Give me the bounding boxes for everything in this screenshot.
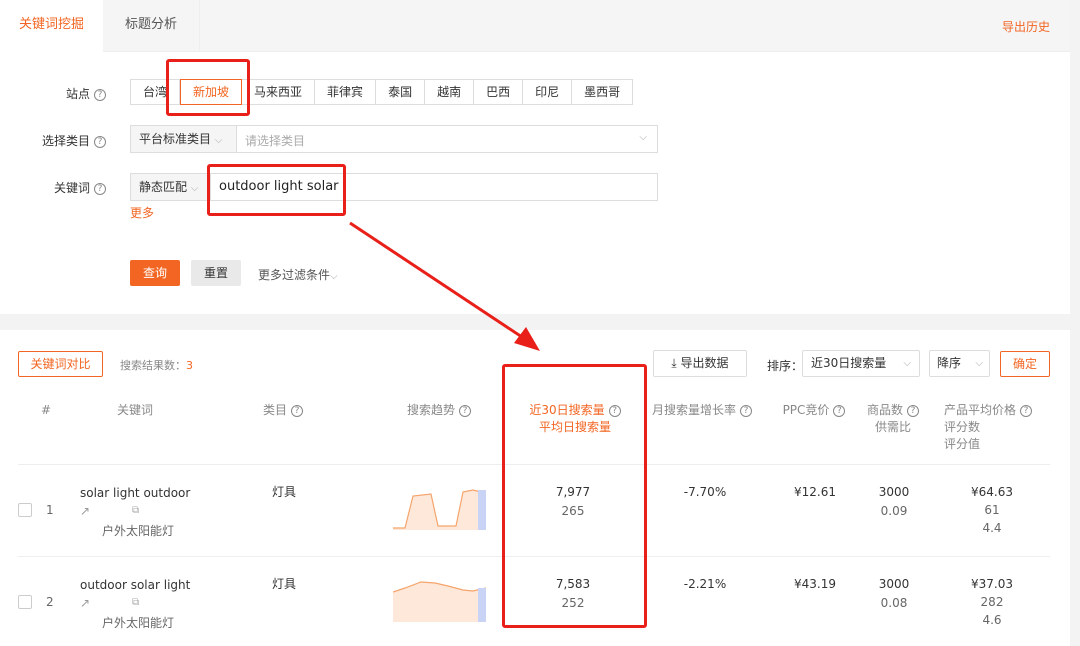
col-trend[interactable]: 搜索趋势?	[404, 402, 474, 419]
order-select[interactable]: 降序 ⌵	[929, 350, 990, 377]
chevron-down-icon: ⌵	[975, 358, 983, 369]
col-search-volume[interactable]: 近30日搜索量? 平均日搜索量	[525, 402, 625, 436]
confirm-button[interactable]: 确定	[1000, 351, 1050, 377]
external-link-icon[interactable]: ↗	[80, 504, 90, 518]
sort-label: 排序：	[767, 359, 804, 373]
external-link-icon[interactable]: ↗	[80, 596, 90, 610]
tab-title-analysis[interactable]: 标题分析	[103, 0, 200, 52]
export-history-link[interactable]: 导出历史	[1002, 18, 1050, 35]
row-rating-count: 282	[980, 595, 1004, 609]
row-growth-rate: -2.21%	[683, 577, 727, 591]
row-daily-volume: 265	[561, 504, 585, 518]
export-data-button[interactable]: ⤓ 导出数据	[653, 350, 747, 377]
site-taiwan[interactable]: 台湾	[130, 79, 181, 105]
help-icon[interactable]: ?	[94, 88, 106, 101]
site-malaysia[interactable]: 马来西亚	[242, 79, 316, 105]
chevron-down-icon: ⌵	[214, 135, 223, 146]
tab-bar: 关键词挖掘 标题分析 导出历史	[0, 0, 1070, 52]
keyword-label: 关键词?	[54, 179, 106, 196]
row-ppc: ¥43.19	[794, 577, 836, 591]
match-type-select[interactable]: 静态匹配 ⌵	[131, 174, 211, 200]
copy-icon[interactable]: ⧉	[132, 594, 139, 612]
site-vietnam[interactable]: 越南	[425, 79, 475, 105]
row-search-volume: 7,977	[555, 485, 591, 499]
help-icon[interactable]: ?	[94, 182, 106, 195]
keyword-compare-button[interactable]: 关键词对比	[18, 351, 103, 377]
row-growth-rate: -7.70%	[683, 485, 727, 499]
col-index: #	[40, 403, 52, 417]
row-divider	[18, 556, 1050, 557]
site-selector: 台湾 新加坡 马来西亚 菲律宾 泰国 越南 巴西 印尼 墨西哥	[130, 79, 634, 105]
site-label: 站点?	[66, 85, 106, 102]
help-icon: ?	[740, 404, 752, 417]
chevron-down-icon: ⌵	[330, 271, 338, 282]
row-ppc: ¥12.61	[794, 485, 836, 499]
chevron-down-icon: ⌵	[639, 132, 647, 143]
row-search-volume: 7,583	[555, 577, 591, 591]
row-index: 1	[46, 503, 54, 517]
copy-icon[interactable]: ⧉	[132, 502, 139, 520]
row-rating: 4.6	[982, 613, 1002, 627]
row-checkbox[interactable]	[18, 503, 32, 517]
site-thailand[interactable]: 泰国	[376, 79, 426, 105]
col-category[interactable]: 类目?	[258, 402, 308, 419]
row-products: 3000	[878, 577, 910, 591]
site-philippines[interactable]: 菲律宾	[315, 79, 377, 105]
category-label: 选择类目?	[42, 132, 106, 149]
help-icon: ?	[291, 404, 303, 417]
keyword-input[interactable]: outdoor light solar	[219, 179, 339, 194]
help-icon: ?	[833, 404, 846, 417]
help-icon[interactable]: ?	[94, 135, 106, 148]
annotation-arrow	[349, 221, 540, 351]
category-select[interactable]: 平台标准类目 ⌵ 请选择类目 ⌵	[130, 125, 658, 153]
row-avg-price: ¥37.03	[971, 577, 1013, 591]
chevron-down-icon: ⌵	[903, 358, 911, 369]
reset-button[interactable]: 重置	[191, 260, 241, 286]
trend-sparkline	[393, 581, 486, 622]
keyword-box: 静态匹配 ⌵ outdoor light solar	[130, 173, 658, 201]
help-icon: ?	[608, 404, 621, 417]
help-icon: ?	[1020, 404, 1033, 417]
col-price[interactable]: 产品平均价格? 评分数 评分值	[944, 402, 1036, 453]
row-keyword-translation: 户外太阳能灯	[102, 524, 175, 538]
sort-select[interactable]: 近30日搜索量 ⌵	[802, 350, 920, 377]
trend-sparkline	[393, 489, 486, 530]
more-link[interactable]: 更多	[130, 204, 154, 221]
col-growth-rate[interactable]: 月搜索量增长率?	[650, 402, 754, 419]
category-placeholder: 请选择类目	[245, 134, 306, 148]
row-supply-ratio: 0.08	[880, 596, 908, 610]
result-count: 搜索结果数：3	[120, 359, 193, 372]
row-daily-volume: 252	[561, 596, 585, 610]
site-brazil[interactable]: 巴西	[474, 79, 524, 105]
col-ppc[interactable]: PPC竞价?	[782, 402, 846, 419]
help-icon: ?	[459, 404, 471, 417]
row-supply-ratio: 0.09	[880, 504, 908, 518]
row-checkbox[interactable]	[18, 595, 32, 609]
help-icon: ?	[907, 404, 919, 417]
col-products[interactable]: 商品数? 供需比	[862, 402, 924, 436]
row-category: 灯具	[272, 485, 297, 499]
site-indonesia[interactable]: 印尼	[523, 79, 573, 105]
col-keyword: 关键词	[116, 403, 153, 417]
row-category: 灯具	[272, 577, 297, 591]
more-filters-toggle[interactable]: 更多过滤条件⌵	[258, 266, 338, 283]
query-button[interactable]: 查询	[130, 260, 180, 286]
row-divider	[18, 464, 1050, 465]
row-rating: 4.4	[982, 521, 1002, 535]
row-avg-price: ¥64.63	[971, 485, 1013, 499]
chevron-down-icon: ⌵	[190, 183, 199, 194]
site-mexico[interactable]: 墨西哥	[572, 79, 634, 105]
row-rating-count: 61	[984, 503, 1000, 517]
category-type-select[interactable]: 平台标准类目 ⌵	[131, 126, 237, 152]
tab-keyword-mining[interactable]: 关键词挖掘	[0, 0, 103, 52]
site-singapore[interactable]: 新加坡	[180, 79, 243, 105]
row-keyword-translation: 户外太阳能灯	[102, 616, 175, 630]
row-index: 2	[46, 595, 54, 609]
row-products: 3000	[878, 485, 910, 499]
download-icon: ⤓	[671, 356, 681, 370]
